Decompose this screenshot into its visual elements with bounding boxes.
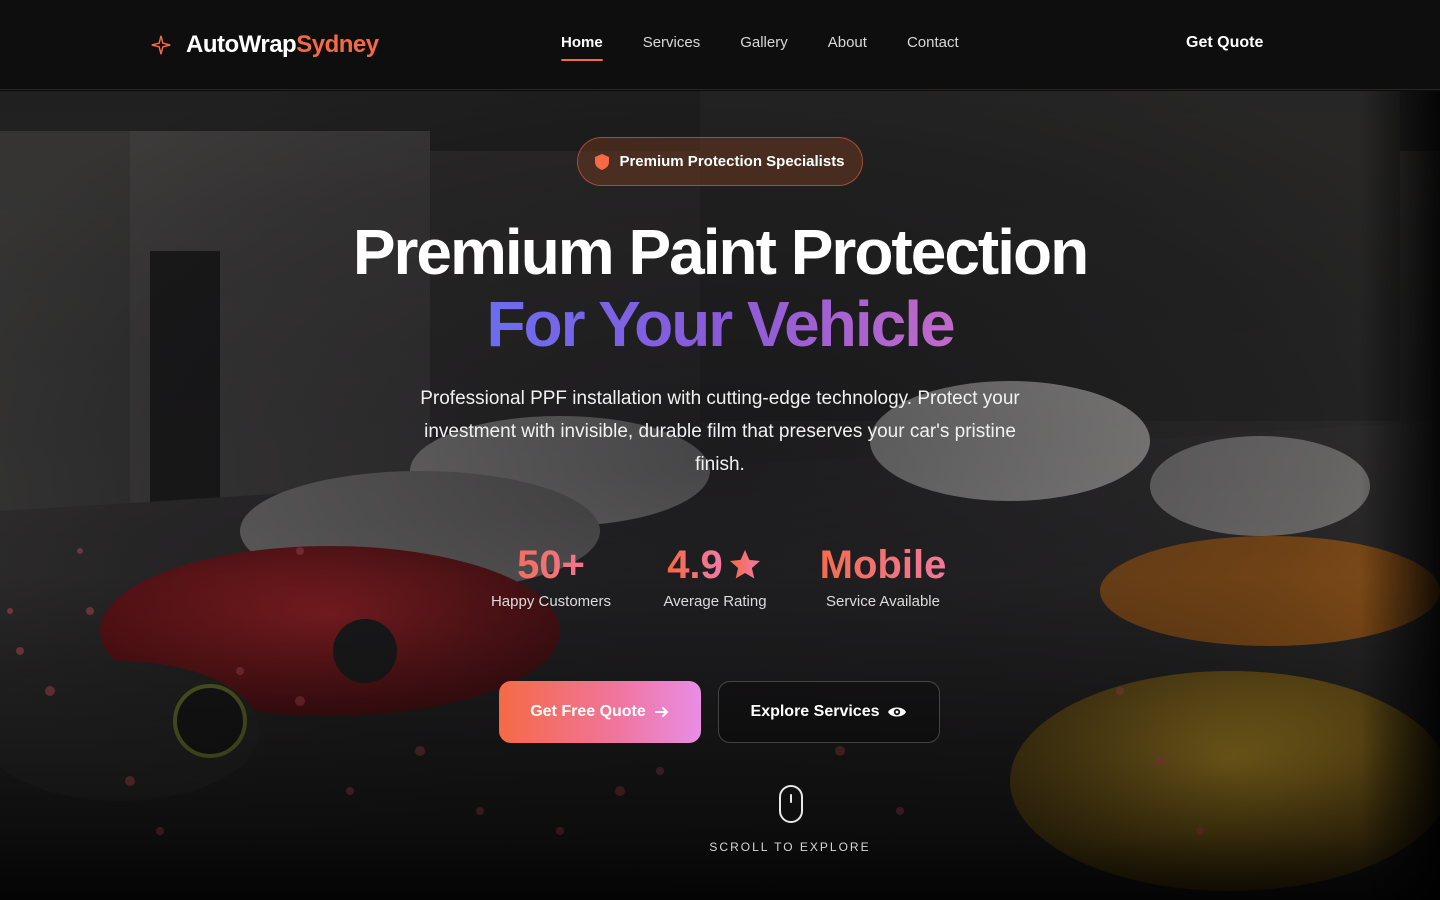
scroll-hint: SCROLL TO EXPLORE [709, 840, 871, 854]
hero-description: Professional PPF installation with cutti… [420, 388, 1020, 475]
stat-value: 4.9 [667, 543, 723, 587]
get-free-quote-button[interactable]: Get Free Quote [499, 681, 701, 743]
eye-icon [888, 707, 907, 717]
nav-link-contact[interactable]: Contact [907, 34, 959, 59]
logo-star-icon [151, 35, 171, 55]
brand-name-accent: Sydney [296, 31, 379, 58]
main-nav: Home Services Gallery About Contact [561, 34, 959, 61]
mouse-wheel [790, 794, 792, 803]
stat-mobile-service: Mobile Service Available [800, 541, 966, 610]
shield-icon [595, 153, 610, 170]
hero-title-line2-text: For Your Vehicle [486, 288, 955, 360]
nav-link-home[interactable]: Home [561, 34, 603, 61]
stat-average-rating: 4.9 Average Rating [640, 541, 790, 610]
nav-link-gallery[interactable]: Gallery [740, 34, 788, 59]
brand-name: AutoWrapSydney [186, 31, 379, 59]
hero-overlay [0, 91, 1440, 900]
stat-label: Average Rating [663, 593, 767, 610]
stat-value: Mobile [800, 541, 966, 589]
stat-label: Happy Customers [490, 593, 612, 610]
stat-value: 50+ [476, 541, 626, 589]
brand-name-primary: AutoWrap [186, 31, 297, 58]
explore-services-label: Explore Services [750, 703, 880, 720]
star-icon [729, 550, 760, 579]
scroll-mouse-icon[interactable] [779, 785, 803, 823]
hero-title-line1: Premium Paint Protection [352, 216, 1089, 288]
hero-edge-shade [1360, 91, 1440, 900]
top-navbar: AutoWrapSydney Home Services Gallery Abo… [0, 0, 1440, 90]
badge-label: Premium Protection Specialists [619, 153, 845, 170]
stat-label: Service Available [826, 593, 940, 610]
hero-title-line2: For Your Vehicle [0, 289, 1440, 359]
nav-link-services[interactable]: Services [643, 34, 701, 59]
specialists-badge: Premium Protection Specialists [577, 137, 863, 186]
stat-value-row: 4.9 [640, 541, 790, 589]
nav-link-about[interactable]: About [828, 34, 867, 59]
hero-section: Premium Protection Specialists Premium P… [0, 91, 1440, 900]
get-quote-nav-button[interactable]: Get Quote [1186, 34, 1263, 52]
explore-services-button[interactable]: Explore Services [718, 681, 940, 743]
arrow-right-icon [654, 707, 668, 717]
brand-logo[interactable]: AutoWrapSydney [150, 30, 379, 60]
get-free-quote-label: Get Free Quote [530, 703, 646, 720]
stat-happy-customers: 50+ Happy Customers [476, 541, 626, 610]
